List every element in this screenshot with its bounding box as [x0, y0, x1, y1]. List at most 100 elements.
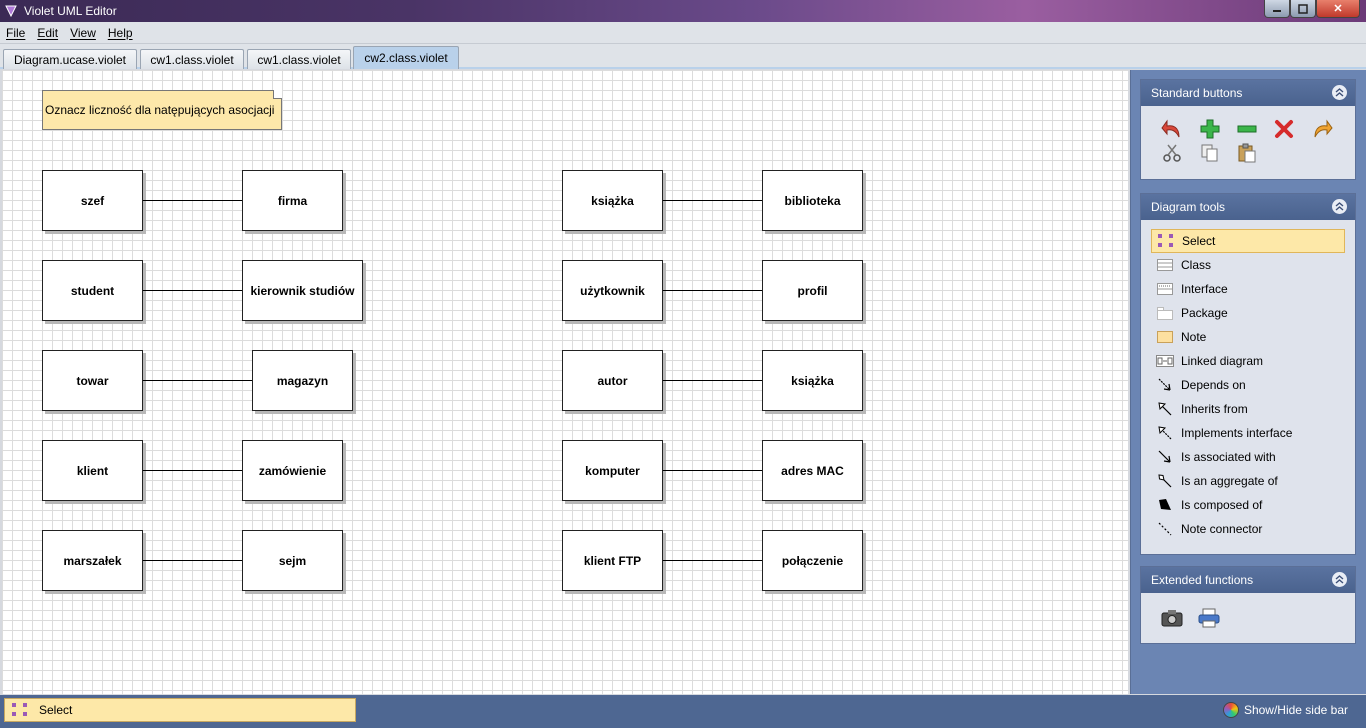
- class-box-klient[interactable]: klient: [42, 440, 143, 501]
- tool-label: Depends on: [1181, 378, 1246, 392]
- tool-is-composed-of[interactable]: Is composed of: [1151, 493, 1345, 517]
- title-bar: Violet UML Editor ✕: [0, 0, 1366, 22]
- association-line[interactable]: [143, 380, 253, 381]
- current-tool-indicator: Select: [4, 698, 356, 722]
- class-box-magazyn[interactable]: magazyn: [252, 350, 353, 411]
- tool-package[interactable]: Package: [1151, 301, 1345, 325]
- tab-diagram-ucase[interactable]: Diagram.ucase.violet: [3, 49, 137, 69]
- class-box-profil[interactable]: profil: [762, 260, 863, 321]
- current-tool-label: Select: [39, 703, 73, 717]
- class-box-ksiazka-2[interactable]: książka: [762, 350, 863, 411]
- class-box-towar[interactable]: towar: [42, 350, 143, 411]
- tool-label: Is associated with: [1181, 450, 1276, 464]
- add-icon[interactable]: [1199, 118, 1221, 140]
- tool-label: Class: [1181, 258, 1212, 272]
- tool-inherits-from[interactable]: Inherits from: [1151, 397, 1345, 421]
- class-box-polaczenie[interactable]: połączenie: [762, 530, 863, 591]
- tool-label: Is an aggregate of: [1181, 474, 1278, 488]
- inherits-icon: [1156, 402, 1174, 416]
- show-hide-sidebar-button[interactable]: Show/Hide side bar: [1222, 702, 1348, 718]
- diagram-tools-panel: Diagram tools Select Class Interface Pac…: [1140, 193, 1356, 555]
- tool-label: Note connector: [1181, 522, 1263, 536]
- collapse-icon[interactable]: [1332, 85, 1347, 100]
- tool-is-aggregate-of[interactable]: Is an aggregate of: [1151, 469, 1345, 493]
- undo-icon[interactable]: [1161, 118, 1183, 140]
- print-icon[interactable]: [1198, 607, 1220, 629]
- tool-label: Linked diagram: [1181, 354, 1264, 368]
- association-line[interactable]: [663, 290, 763, 291]
- class-box-klient-ftp[interactable]: klient FTP: [562, 530, 663, 591]
- panel-header: Extended functions: [1141, 567, 1355, 593]
- tool-label: Interface: [1181, 282, 1228, 296]
- collapse-icon[interactable]: [1332, 199, 1347, 214]
- tool-label: Note: [1181, 330, 1207, 344]
- panel-title: Diagram tools: [1151, 200, 1226, 214]
- camera-icon[interactable]: [1161, 607, 1183, 629]
- redo-icon[interactable]: [1311, 118, 1333, 140]
- cut-icon[interactable]: [1161, 142, 1183, 164]
- menu-help[interactable]: Help: [102, 26, 139, 40]
- class-box-uzytkownik[interactable]: użytkownik: [562, 260, 663, 321]
- class-box-zamowienie[interactable]: zamówienie: [242, 440, 343, 501]
- tool-label: Select: [1182, 234, 1216, 248]
- class-box-firma[interactable]: firma: [242, 170, 343, 231]
- association-line[interactable]: [663, 200, 763, 201]
- remove-icon[interactable]: [1236, 118, 1258, 140]
- association-icon: [1156, 450, 1174, 464]
- package-icon: [1156, 306, 1174, 320]
- menu-file[interactable]: File: [0, 26, 31, 40]
- association-line[interactable]: [143, 470, 243, 471]
- tab-cw2-class[interactable]: cw2.class.violet: [353, 46, 459, 69]
- association-line[interactable]: [663, 380, 763, 381]
- class-box-sejm[interactable]: sejm: [242, 530, 343, 591]
- tool-interface[interactable]: Interface: [1151, 277, 1345, 301]
- tool-is-associated-with[interactable]: Is associated with: [1151, 445, 1345, 469]
- panel-header: Diagram tools: [1141, 194, 1355, 220]
- delete-icon[interactable]: [1273, 118, 1295, 140]
- tool-linked-diagram[interactable]: Linked diagram: [1151, 349, 1345, 373]
- diagram-note[interactable]: Oznacz liczność dla natępujących asocjac…: [42, 90, 282, 130]
- class-box-adres-mac[interactable]: adres MAC: [762, 440, 863, 501]
- violet-app-icon: [3, 3, 19, 19]
- tool-select[interactable]: Select: [1151, 229, 1345, 253]
- tool-note-connector[interactable]: Note connector: [1151, 517, 1345, 541]
- tab-cw1-class-b[interactable]: cw1.class.violet: [247, 49, 351, 69]
- association-line[interactable]: [143, 200, 243, 201]
- class-box-autor[interactable]: autor: [562, 350, 663, 411]
- tool-note[interactable]: Note: [1151, 325, 1345, 349]
- minimize-button[interactable]: [1264, 0, 1290, 18]
- diagram-canvas[interactable]: Oznacz liczność dla natępujących asocjac…: [2, 70, 1128, 694]
- tool-implements-interface[interactable]: Implements interface: [1151, 421, 1345, 445]
- class-box-biblioteka[interactable]: biblioteka: [762, 170, 863, 231]
- tab-cw1-class-a[interactable]: cw1.class.violet: [140, 49, 244, 69]
- class-box-komputer[interactable]: komputer: [562, 440, 663, 501]
- maximize-button[interactable]: [1290, 0, 1316, 18]
- select-icon: [1157, 234, 1175, 248]
- collapse-icon[interactable]: [1332, 572, 1347, 587]
- tool-label: Inherits from: [1181, 402, 1248, 416]
- association-line[interactable]: [663, 470, 763, 471]
- class-box-marszalek[interactable]: marszałek: [42, 530, 143, 591]
- tool-depends-on[interactable]: Depends on: [1151, 373, 1345, 397]
- association-line[interactable]: [143, 560, 243, 561]
- composition-icon: [1156, 498, 1174, 512]
- association-line[interactable]: [143, 290, 243, 291]
- menu-view[interactable]: View: [64, 26, 102, 40]
- palette-icon: [1222, 702, 1239, 718]
- class-box-ksiazka[interactable]: książka: [562, 170, 663, 231]
- paste-icon[interactable]: [1236, 142, 1258, 164]
- class-icon: [1156, 258, 1174, 272]
- menu-edit[interactable]: Edit: [31, 26, 64, 40]
- tool-class[interactable]: Class: [1151, 253, 1345, 277]
- close-icon: ✕: [1333, 3, 1343, 15]
- class-box-szef[interactable]: szef: [42, 170, 143, 231]
- note-icon: [1156, 330, 1174, 344]
- class-box-student[interactable]: student: [42, 260, 143, 321]
- copy-icon[interactable]: [1199, 142, 1221, 164]
- extended-functions-panel: Extended functions: [1140, 566, 1356, 644]
- window-title: Violet UML Editor: [24, 4, 117, 18]
- class-box-kierownik-studiow[interactable]: kierownik studiów: [242, 260, 363, 321]
- association-line[interactable]: [663, 560, 763, 561]
- tab-strip: Diagram.ucase.violet cw1.class.violet cw…: [0, 44, 1366, 69]
- close-button[interactable]: ✕: [1316, 0, 1360, 18]
